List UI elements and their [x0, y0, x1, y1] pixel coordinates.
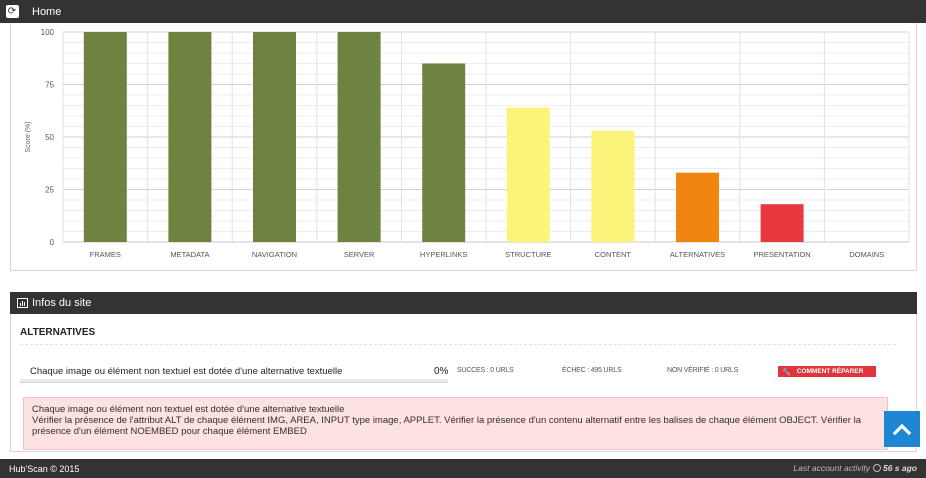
bar-metadata [168, 32, 212, 242]
bar-hyperlinks [422, 63, 466, 242]
x-tick-label: FRAMES [90, 250, 121, 259]
footer: Hub'Scan © 2015 Last account activity 56… [0, 459, 926, 478]
section-divider [20, 344, 896, 345]
infos-body: ALTERNATIVES Chaque image ou élément non… [10, 314, 917, 452]
criterion-label: Chaque image ou élément non textuel est … [30, 366, 343, 377]
criterion-percent: 0% [434, 366, 449, 377]
success-count: SUCCES : 0 URLS [457, 367, 514, 374]
chart-icon [17, 298, 28, 308]
wrench-icon: 🔧 [782, 367, 791, 376]
x-tick-label: NAVIGATION [252, 250, 297, 259]
y-axis-label: Score (%) [25, 121, 32, 152]
bar-frames [83, 32, 127, 242]
x-tick-label: STRUCTURE [505, 250, 551, 259]
page-title: Home [32, 5, 62, 18]
bar-presentation [760, 204, 804, 242]
unverified-count: NON VÉRIFIÉ : 0 URLS [667, 367, 739, 374]
bar-content [591, 130, 635, 242]
alert-body: Vérifier la présence de l'attribut ALT d… [32, 415, 861, 437]
x-tick-label: PRESENTATION [753, 250, 810, 259]
y-tick-label: 75 [45, 81, 54, 90]
last-activity: Last account activity 56 s ago [793, 463, 917, 473]
how-to-fix-button[interactable]: 🔧 COMMENT RÉPARER [778, 366, 876, 377]
infos-header-title: Infos du site [32, 297, 92, 309]
clock-icon [872, 464, 881, 472]
failure-count: ÉCHEC : 495 URLS [562, 367, 622, 374]
y-tick-label: 25 [45, 186, 54, 195]
bar-navigation [253, 32, 296, 242]
criterion-alert: Chaque image ou élément non textuel est … [23, 397, 888, 450]
x-tick-label: SERVER [344, 250, 375, 259]
y-tick-label: 0 [50, 238, 55, 247]
bar-structure [506, 107, 550, 242]
x-tick-label: METADATA [170, 250, 209, 259]
x-tick-label: DOMAINS [849, 250, 884, 259]
x-tick-label: ALTERNATIVES [670, 250, 725, 259]
y-tick-label: 100 [41, 28, 55, 37]
chevron-up-icon [893, 423, 911, 435]
bar-server [337, 32, 381, 242]
copyright: Hub'Scan © 2015 [9, 463, 80, 474]
score-chart-panel: 0 25 50 75 100 Score (%) FRAMES METADATA NAVIGAT… [10, 23, 917, 271]
refresh-icon: ⟳ [5, 5, 19, 18]
scroll-top-button[interactable] [884, 411, 920, 447]
top-bar: ⟳ Home [0, 0, 926, 23]
activity-value: 56 s ago [882, 463, 917, 473]
alert-title: Chaque image ou élément non textuel est … [32, 404, 345, 415]
y-tick-label: 50 [45, 133, 54, 142]
how-to-fix-label: COMMENT RÉPARER [796, 368, 864, 375]
refresh-button[interactable]: ⟳ [0, 0, 24, 23]
x-tick-label: CONTENT [595, 250, 632, 259]
x-tick-label: HYPERLINKS [420, 250, 468, 259]
infos-header: Infos du site [10, 292, 917, 314]
bar-alternatives [676, 172, 719, 242]
score-bar-chart: 0 25 50 75 100 Score (%) FRAMES METADATA NAVIGAT… [25, 28, 910, 259]
activity-label: Last account activity [793, 463, 870, 473]
criterion-progress-bar [20, 379, 448, 383]
section-title: ALTERNATIVES [20, 327, 96, 338]
